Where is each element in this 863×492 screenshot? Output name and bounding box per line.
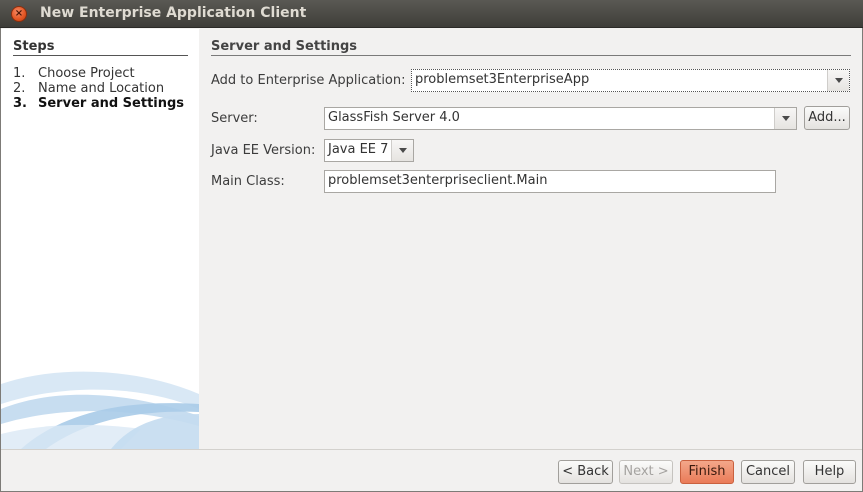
- step-name-and-location: 2. Name and Location: [13, 81, 164, 96]
- step-label: Name and Location: [38, 81, 165, 96]
- chevron-down-icon[interactable]: [827, 70, 849, 91]
- enterprise-app-value: problemset3EnterpriseApp: [415, 72, 590, 87]
- steps-panel: Steps 1. Choose Project 2. Name and Locati…: [1, 29, 199, 449]
- close-icon[interactable]: ×: [11, 6, 27, 22]
- main-class-label: Main Class:: [211, 174, 285, 189]
- finish-button[interactable]: Finish: [680, 460, 734, 484]
- step-choose-project: 1. Choose Project: [13, 66, 135, 81]
- section-divider: [211, 55, 851, 56]
- step-number: 2.: [13, 81, 26, 96]
- chevron-down-icon[interactable]: [774, 108, 796, 129]
- wizard-swoosh-graphic: [1, 371, 199, 449]
- main-class-input[interactable]: problemset3enterpriseclient.Main: [324, 170, 776, 193]
- javaee-version-combo[interactable]: Java EE 7: [324, 139, 414, 162]
- step-server-and-settings: 3. Server and Settings: [13, 96, 184, 111]
- step-number: 3.: [13, 96, 27, 111]
- chevron-down-icon[interactable]: [391, 140, 413, 161]
- title-bar: × New Enterprise Application Client: [0, 0, 863, 28]
- footer-divider: [0, 449, 863, 450]
- steps-divider: [13, 55, 188, 56]
- step-number: 1.: [13, 66, 26, 81]
- add-server-button[interactable]: Add...: [804, 106, 850, 130]
- cancel-button[interactable]: Cancel: [741, 460, 795, 484]
- window-title: New Enterprise Application Client: [40, 5, 307, 21]
- enterprise-app-label: Add to Enterprise Application:: [211, 73, 406, 88]
- server-label: Server:: [211, 111, 258, 126]
- back-button[interactable]: < Back: [558, 460, 613, 484]
- step-label: Server and Settings: [38, 96, 185, 111]
- section-title: Server and Settings: [211, 39, 358, 54]
- server-combo[interactable]: GlassFish Server 4.0: [324, 107, 797, 130]
- javaee-version-label: Java EE Version:: [211, 143, 316, 158]
- javaee-version-value: Java EE 7: [328, 142, 389, 157]
- step-label: Choose Project: [38, 66, 135, 81]
- enterprise-app-combo[interactable]: problemset3EnterpriseApp: [411, 69, 850, 92]
- help-button[interactable]: Help: [803, 460, 856, 484]
- next-button[interactable]: Next >: [619, 460, 673, 484]
- steps-title: Steps: [13, 39, 55, 54]
- server-value: GlassFish Server 4.0: [328, 110, 460, 125]
